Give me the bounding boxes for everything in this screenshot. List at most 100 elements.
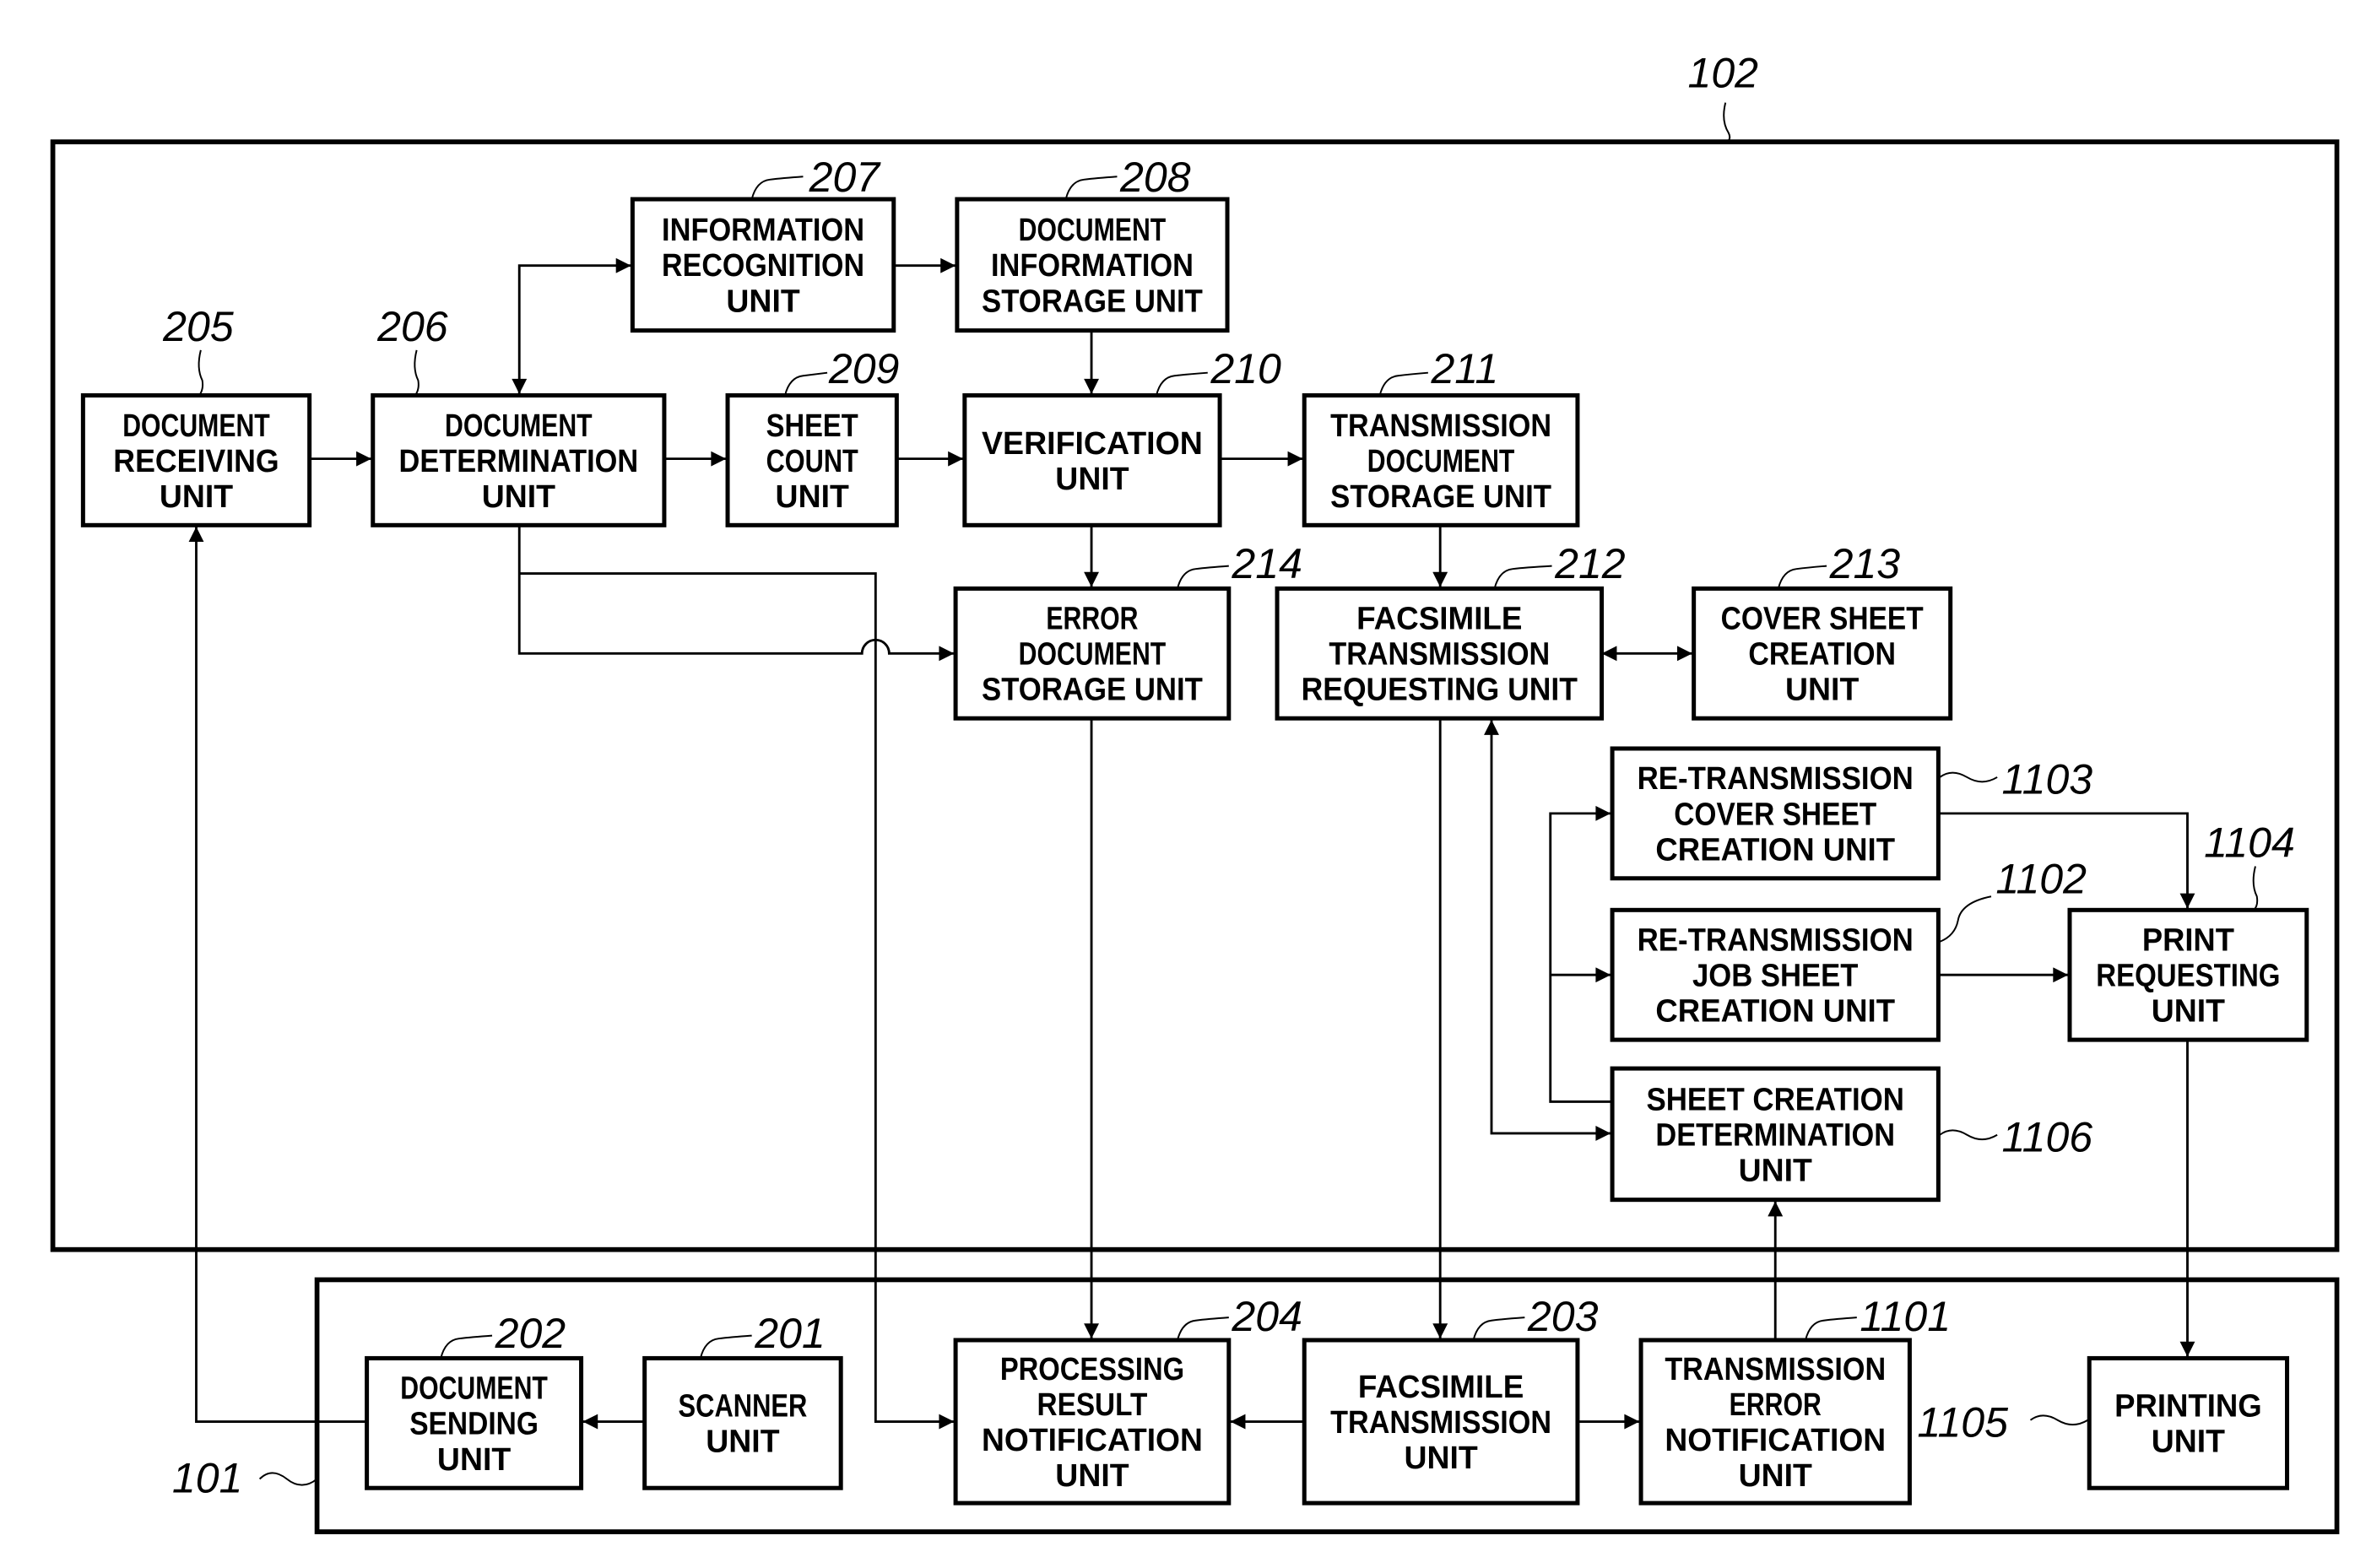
unit-label-line: UNIT [482,479,555,514]
ref-label-210: 210 [1210,345,1281,392]
ref-label-203: 203 [1527,1293,1599,1340]
unit-label-line: COVER SHEET [1674,796,1876,831]
ref-leader-214 [1177,565,1229,589]
unit-label-line: DOCUMENT [1019,636,1167,672]
arrow-202-205 [188,527,367,1423]
unit-label-line: TRANSMISSION [1330,1404,1551,1440]
ref-leader-212 [1493,565,1552,589]
unit-208: DOCUMENTINFORMATIONSTORAGE UNIT 208 [955,154,1230,333]
ref-leader-1101 [1805,1317,1857,1341]
ref-leader-202 [440,1334,493,1359]
unit-label-line: VERIFICATION [982,425,1203,461]
unit-label-line: UNIT [706,1424,779,1459]
unit-label-line: RE-TRANSMISSION [1638,922,1914,958]
unit-label-line: CREATION [1748,636,1896,672]
unit-label-line: RECEIVING [113,443,279,479]
unit-label-line: STORAGE UNIT [1330,479,1551,514]
ref-label-207: 207 [809,154,882,201]
unit-205: DOCUMENTRECEIVINGUNIT 205 [80,303,312,527]
unit-label-line: DOCUMENT [445,408,593,443]
unit-label-line: DETERMINATION [399,443,639,479]
ref-label-202: 202 [495,1310,566,1357]
unit-204: PROCESSINGRESULTNOTIFICATIONUNIT 204 [953,1293,1302,1506]
unit-label-line: STORAGE UNIT [982,283,1203,318]
unit-201: SCANNERUNIT 201 [642,1310,843,1490]
unit-1105: PRINTINGUNIT 1105 [1917,1355,2290,1490]
ref-label-212: 212 [1554,540,1626,587]
unit-label-line: REQUESTING [2096,958,2280,993]
unit-label-line: SHEET [766,408,858,443]
ref-label-1103: 1103 [2002,756,2093,803]
unit-label-line: DOCUMENT [1019,212,1167,247]
ref-label-101: 101 [172,1455,243,1502]
unit-label-line: RESULT [1037,1387,1147,1422]
unit-label-line: JOB SHEET [1692,958,1858,993]
unit-label-line: RE-TRANSMISSION [1638,760,1914,796]
unit-1101: TRANSMISSIONERRORNOTIFICATIONUNIT 1101 [1638,1293,1951,1506]
ref-leader-211 [1378,371,1428,396]
unit-label-line: UNIT [776,479,849,514]
ref-label-209: 209 [828,345,900,392]
unit-label-line: TRANSMISSION [1330,408,1551,443]
unit-label-line: UNIT [1739,1152,1812,1187]
unit-1106: SHEET CREATIONDETERMINATIONUNIT 1106 [1610,1066,2092,1203]
unit-label-line: UNIT [437,1441,511,1477]
ref-label-201: 201 [754,1310,826,1357]
unit-label-line: NOTIFICATION [982,1422,1203,1457]
arrow-206-207 [512,257,631,394]
ref-label-204: 204 [1231,1293,1302,1340]
unit-203: FACSIMILETRANSMISSIONUNIT 203 [1302,1293,1599,1506]
ref-label-214: 214 [1231,540,1302,587]
unit-209: SHEETCOUNTUNIT 209 [725,345,900,527]
ref-leader-1105 [2029,1414,2088,1426]
unit-label-line: FACSIMILE [1358,1369,1524,1404]
ref-leader-1102 [1939,895,1992,943]
unit-label-line: UNIT [726,283,799,318]
unit-label-line: UNIT [2152,993,2225,1029]
unit-label-line: DETERMINATION [1655,1117,1895,1152]
unit-label-line: DOCUMENT [400,1371,548,1406]
unit-label-line: PRINT [2142,922,2234,958]
unit-211: TRANSMISSIONDOCUMENTSTORAGE UNIT 211 [1302,345,1580,527]
unit-label-line: DOCUMENT [122,408,270,443]
ref-label-205: 205 [162,303,234,350]
unit-label-line: UNIT [2152,1424,2225,1459]
unit-label-line: UNIT [1404,1440,1477,1475]
unit-label-line: RECOGNITION [662,247,864,283]
unit-label-line: UNIT [160,479,233,514]
arrow-1106-1103 [1549,805,1613,1103]
ref-label-1102: 1102 [1995,856,2087,903]
unit-label-line: SCANNER [679,1388,808,1424]
unit-1102: RE-TRANSMISSIONJOB SHEETCREATION UNIT 110… [1610,856,2087,1042]
unit-214: ERRORDOCUMENTSTORAGE UNIT 214 [953,540,1302,721]
unit-label-line: TRANSMISSION [1329,636,1550,672]
ref-leader-210 [1156,371,1208,396]
unit-label-line: COVER SHEET [1721,601,1924,636]
unit-label-line: NOTIFICATION [1665,1422,1886,1457]
ref-label-1104: 1104 [2204,819,2295,867]
unit-label-line: SENDING [409,1406,539,1441]
arrow-206-214 [517,525,955,662]
unit-label-line: UNIT [1055,461,1129,496]
unit-label-line: DOCUMENT [1367,443,1515,479]
ref-label-213: 213 [1829,540,1901,587]
unit-label-line: UNIT [1055,1457,1129,1493]
ref-leader-213 [1777,565,1827,589]
ref-leader-1104 [2252,866,2259,911]
ref-label-1101: 1101 [1860,1293,1951,1340]
ref-label-206: 206 [376,303,448,350]
unit-label-line: PROCESSING [1000,1351,1184,1387]
unit-label-line: PRINTING [2114,1388,2262,1424]
unit-label-line: INFORMATION [991,247,1194,283]
unit-label-line: FACSIMILE [1356,601,1522,636]
unit-label-line: STORAGE UNIT [982,672,1203,707]
ref-leader-206 [414,349,420,397]
unit-label-line: REQUESTING UNIT [1302,672,1578,707]
unit-label-line: UNIT [1785,672,1859,707]
unit-label-line: SHEET CREATION [1646,1081,1903,1117]
ref-label-102: 102 [1688,50,1759,97]
unit-label-line: ERROR [1730,1387,1822,1422]
ref-leader-1103 [1939,771,1998,783]
units: DOCUMENTRECEIVINGUNIT205DOCUMENTDETERMIN… [80,154,2309,1506]
unit-207: INFORMATIONRECOGNITIONUNIT 207 [630,154,896,333]
